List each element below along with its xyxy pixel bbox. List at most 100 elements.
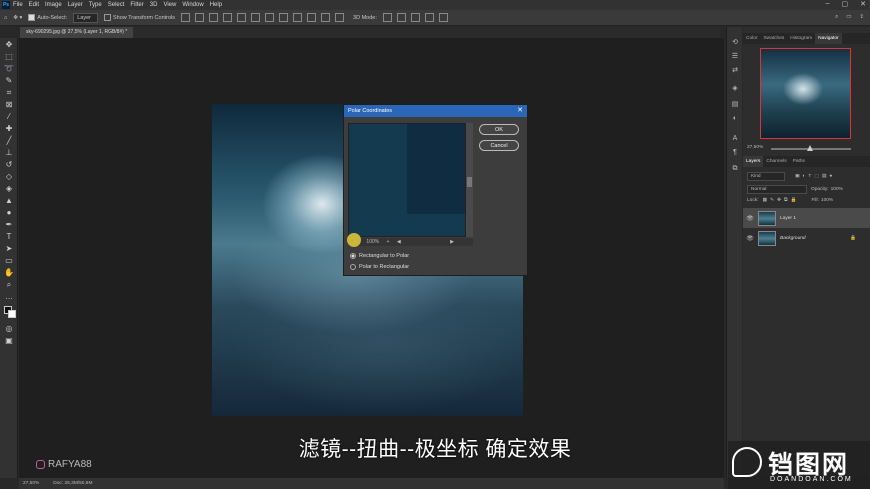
polar-coordinates-dialog: Polar Coordinates ✕ − 100% + ◀ ▶ OK Canc…: [343, 104, 528, 276]
properties-icon[interactable]: ☰: [730, 53, 740, 61]
radio-indicator[interactable]: [350, 253, 356, 259]
scroll-left-icon[interactable]: ◀: [397, 239, 401, 245]
menu-type[interactable]: Type: [89, 2, 102, 8]
tab-swatches[interactable]: Swatches: [760, 33, 787, 44]
layer-row-background[interactable]: 👁 Background 🔒: [743, 228, 870, 248]
menu-view[interactable]: View: [163, 2, 176, 8]
zoom-in-icon[interactable]: +: [387, 239, 390, 245]
visibility-eye-icon[interactable]: 👁: [745, 235, 755, 242]
move-tool-icon[interactable]: ✥ ▾: [13, 15, 22, 21]
dialog-title[interactable]: Polar Coordinates: [344, 105, 527, 117]
menu-3d[interactable]: 3D: [150, 2, 158, 8]
blend-mode-dropdown[interactable]: Normal: [747, 185, 807, 194]
share-icon[interactable]: ⇪: [859, 14, 864, 21]
history-brush-icon[interactable]: ↺: [4, 160, 14, 170]
tab-color[interactable]: Color: [743, 33, 760, 44]
adjustments-icon[interactable]: ⇄: [730, 67, 740, 75]
tab-histogram[interactable]: Histogram: [787, 33, 815, 44]
menu-select[interactable]: Select: [108, 2, 125, 8]
radio-indicator[interactable]: [350, 264, 356, 270]
crop-tool-icon[interactable]: ⌗: [4, 88, 14, 98]
tab-paths[interactable]: Paths: [790, 156, 808, 167]
layer-row-layer-1[interactable]: 👁 Layer 1: [743, 208, 870, 228]
auto-select-checkbox[interactable]: Auto-Select:: [28, 14, 67, 21]
navigator-zoom-value[interactable]: 27,50%: [747, 145, 763, 150]
filter-preview[interactable]: [348, 123, 466, 237]
tab-channels[interactable]: Channels: [763, 156, 789, 167]
type-tool-icon[interactable]: T: [4, 232, 14, 242]
lasso-tool-icon[interactable]: ➰: [4, 64, 14, 74]
navigator-zoom-handle[interactable]: [807, 145, 813, 151]
cancel-button[interactable]: Cancel: [479, 140, 519, 151]
hand-tool-icon[interactable]: ✋: [4, 268, 14, 278]
instagram-icon: [36, 460, 45, 469]
opacity-value[interactable]: 100%: [831, 187, 843, 192]
layer-name[interactable]: Background: [780, 236, 806, 241]
eyedropper-tool-icon[interactable]: ⁄: [4, 112, 14, 122]
align-icons[interactable]: [181, 13, 347, 22]
shape-tool-icon[interactable]: ▭: [4, 256, 14, 266]
preview-vertical-scrollbar[interactable]: [466, 123, 473, 237]
screen-mode-icon[interactable]: ▣: [4, 336, 14, 346]
eraser-tool-icon[interactable]: ◇: [4, 172, 14, 182]
menu-image[interactable]: Image: [45, 2, 62, 8]
photoshop-logo-icon[interactable]: Ps: [2, 1, 10, 9]
lock-icons[interactable]: ▦✎✥⧉🔒: [762, 197, 799, 203]
scroll-right-icon[interactable]: ▶: [450, 239, 454, 245]
home-icon[interactable]: ⌂: [4, 15, 7, 21]
navigator-thumbnail[interactable]: [760, 48, 851, 139]
paragraph-icon[interactable]: ¶: [730, 149, 740, 157]
brush-tool-icon[interactable]: ╱: [4, 136, 14, 146]
3d-icon[interactable]: ◈: [730, 85, 740, 93]
menu-help[interactable]: Help: [210, 2, 222, 8]
layer-name[interactable]: Layer 1: [780, 216, 796, 221]
fill-value[interactable]: 100%: [821, 198, 833, 203]
more-tools-icon[interactable]: …: [4, 292, 14, 302]
workspace-icon[interactable]: ▭: [846, 14, 851, 21]
ok-button[interactable]: OK: [479, 124, 519, 135]
move-tool-icon[interactable]: ✥: [4, 40, 14, 50]
healing-brush-icon[interactable]: ✚: [4, 124, 14, 134]
dodge-tool-icon[interactable]: ●: [4, 208, 14, 218]
filter-icons[interactable]: ▣◐T⬚▤●: [795, 174, 835, 179]
menu-file[interactable]: File: [13, 2, 23, 8]
menu-edit[interactable]: Edit: [29, 2, 39, 8]
menu-layer[interactable]: Layer: [68, 2, 83, 8]
quick-mask-icon[interactable]: ◎: [4, 324, 14, 334]
maximize-icon[interactable]: ▢: [842, 0, 849, 8]
clone-stamp-icon[interactable]: ⊥: [4, 148, 14, 158]
layer-thumbnail: [758, 210, 776, 226]
path-select-icon[interactable]: ➤: [4, 244, 14, 254]
filter-kind-dropdown[interactable]: Kind: [747, 172, 785, 181]
libraries-icon[interactable]: ▤: [730, 101, 740, 109]
status-zoom[interactable]: 27,50%: [23, 478, 39, 489]
radio-rectangular-to-polar[interactable]: Rectangular to Polar: [350, 253, 409, 259]
pen-tool-icon[interactable]: ✒: [4, 220, 14, 230]
visibility-eye-icon[interactable]: 👁: [745, 215, 755, 222]
tab-layers[interactable]: Layers: [743, 156, 764, 167]
layer-filter-row: Kind ▣◐T⬚▤●: [747, 172, 870, 181]
styles-icon[interactable]: ◐: [730, 115, 740, 123]
quick-select-tool-icon[interactable]: ✎: [4, 76, 14, 86]
background-color-swatch[interactable]: [8, 310, 16, 318]
show-transform-checkbox[interactable]: Show Transform Controls: [103, 14, 175, 21]
menu-filter[interactable]: Filter: [130, 2, 143, 8]
close-icon[interactable]: ✕: [517, 105, 523, 117]
paint-bucket-icon[interactable]: ◈: [4, 184, 14, 194]
zoom-tool-icon[interactable]: ⌕: [4, 280, 14, 290]
frame-tool-icon[interactable]: ⊠: [4, 100, 14, 110]
menu-window[interactable]: Window: [182, 2, 203, 8]
auto-select-target-dropdown[interactable]: Layer: [73, 12, 98, 23]
close-icon[interactable]: ✕: [860, 0, 866, 8]
glyphs-icon[interactable]: ⧉: [730, 165, 740, 173]
history-icon[interactable]: ⟲: [730, 39, 740, 47]
character-icon[interactable]: A: [730, 135, 740, 143]
radio-polar-to-rectangular[interactable]: Polar to Rectangular: [350, 264, 409, 270]
minimize-icon[interactable]: –: [826, 0, 830, 8]
search-icon[interactable]: ⌕: [835, 14, 838, 21]
document-tab[interactable]: sky-690295.jpg @ 27,5% (Layer 1, RGB/8#)…: [20, 27, 134, 38]
tab-navigator[interactable]: Navigator: [815, 33, 842, 44]
three-d-icons[interactable]: [382, 13, 451, 22]
marquee-tool-icon[interactable]: ⬚: [4, 52, 14, 62]
blur-tool-icon[interactable]: ▲: [4, 196, 14, 206]
